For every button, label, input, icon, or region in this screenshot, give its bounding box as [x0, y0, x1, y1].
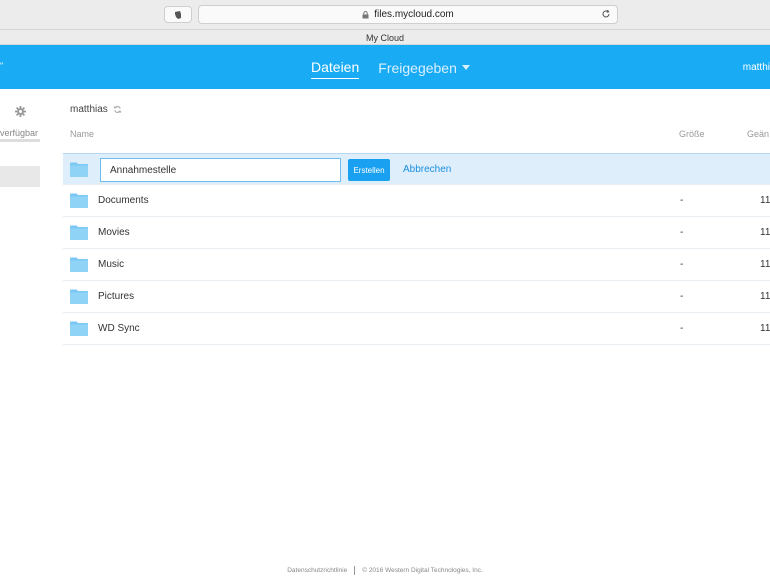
caret-down-icon: [461, 65, 470, 70]
evernote-extension-button[interactable]: [164, 6, 192, 23]
user-menu[interactable]: matthi: [743, 62, 770, 73]
refresh-icon[interactable]: [113, 105, 122, 114]
tab-title: My Cloud: [365, 32, 404, 43]
new-folder-name-input[interactable]: [100, 158, 341, 182]
elephant-icon: [175, 10, 181, 19]
file-name[interactable]: Music: [98, 259, 124, 270]
file-list: Erstellen Abbrechen Documents - 11 Movie…: [63, 153, 770, 345]
footer-divider: [354, 566, 356, 575]
file-row-movies[interactable]: Movies - 11: [63, 217, 770, 249]
sidebar: verfügbar: [0, 89, 50, 549]
address-bar[interactable]: files.mycloud.com: [198, 5, 618, 24]
folder-icon: [70, 225, 88, 240]
folder-icon: [70, 257, 88, 272]
breadcrumb: matthias: [70, 104, 122, 115]
browser-chrome: files.mycloud.com My Cloud: [0, 0, 770, 45]
url-text: files.mycloud.com: [374, 9, 454, 20]
file-name[interactable]: Movies: [98, 227, 130, 238]
folder-icon: [70, 162, 88, 177]
column-headers: Name Größe Geän: [70, 129, 770, 141]
breadcrumb-user-folder[interactable]: matthias: [70, 104, 108, 115]
folder-icon: [70, 289, 88, 304]
file-modified: 11: [760, 195, 770, 206]
file-size: -: [680, 291, 684, 302]
file-size: -: [680, 259, 684, 270]
lock-icon: [362, 10, 369, 18]
tab-dateien[interactable]: Dateien: [311, 59, 360, 79]
file-modified: 11: [760, 323, 770, 334]
tab-freigegeben-label: Freigegeben: [378, 59, 457, 76]
file-row-pictures[interactable]: Pictures - 11: [63, 281, 770, 313]
sidebar-item-selected[interactable]: [0, 166, 40, 187]
file-size: -: [680, 227, 684, 238]
gear-icon[interactable]: [15, 106, 26, 117]
storage-available-text: verfügbar: [0, 128, 39, 138]
file-name[interactable]: Documents: [98, 195, 149, 206]
tab-freigegeben[interactable]: Freigegeben: [378, 60, 470, 79]
file-modified: 11: [760, 259, 770, 270]
footer: Datenschutzrichtlinie © 2016 Western Dig…: [0, 566, 770, 575]
main-nav: Dateien Freigegeben: [311, 59, 470, 79]
file-row-music[interactable]: Music - 11: [63, 249, 770, 281]
privacy-link[interactable]: Datenschutzrichtlinie: [287, 567, 347, 574]
menu-stub[interactable]: ": [0, 61, 3, 71]
file-size: -: [680, 195, 684, 206]
browser-toolbar: files.mycloud.com: [0, 0, 770, 29]
reload-icon[interactable]: [601, 9, 611, 19]
new-folder-row: Erstellen Abbrechen: [63, 153, 770, 185]
cancel-button[interactable]: Abbrechen: [403, 164, 451, 175]
file-modified: 11: [760, 227, 770, 238]
column-size[interactable]: Größe: [679, 129, 705, 139]
folder-icon: [70, 193, 88, 208]
file-row-wd-sync[interactable]: WD Sync - 11: [63, 313, 770, 345]
browser-tab[interactable]: My Cloud: [0, 29, 770, 45]
create-folder-button[interactable]: Erstellen: [348, 159, 390, 181]
file-row-documents[interactable]: Documents - 11: [63, 185, 770, 217]
file-size: -: [680, 323, 684, 334]
column-modified[interactable]: Geän: [747, 129, 769, 139]
copyright-text: © 2016 Western Digital Technologies, Inc…: [362, 567, 483, 574]
storage-bar: [0, 139, 40, 142]
file-name[interactable]: WD Sync: [98, 323, 140, 334]
folder-icon: [70, 321, 88, 336]
file-modified: 11: [760, 291, 770, 302]
app-header: " Dateien Freigegeben matthi: [0, 45, 770, 89]
column-name[interactable]: Name: [70, 129, 94, 139]
file-name[interactable]: Pictures: [98, 291, 134, 302]
